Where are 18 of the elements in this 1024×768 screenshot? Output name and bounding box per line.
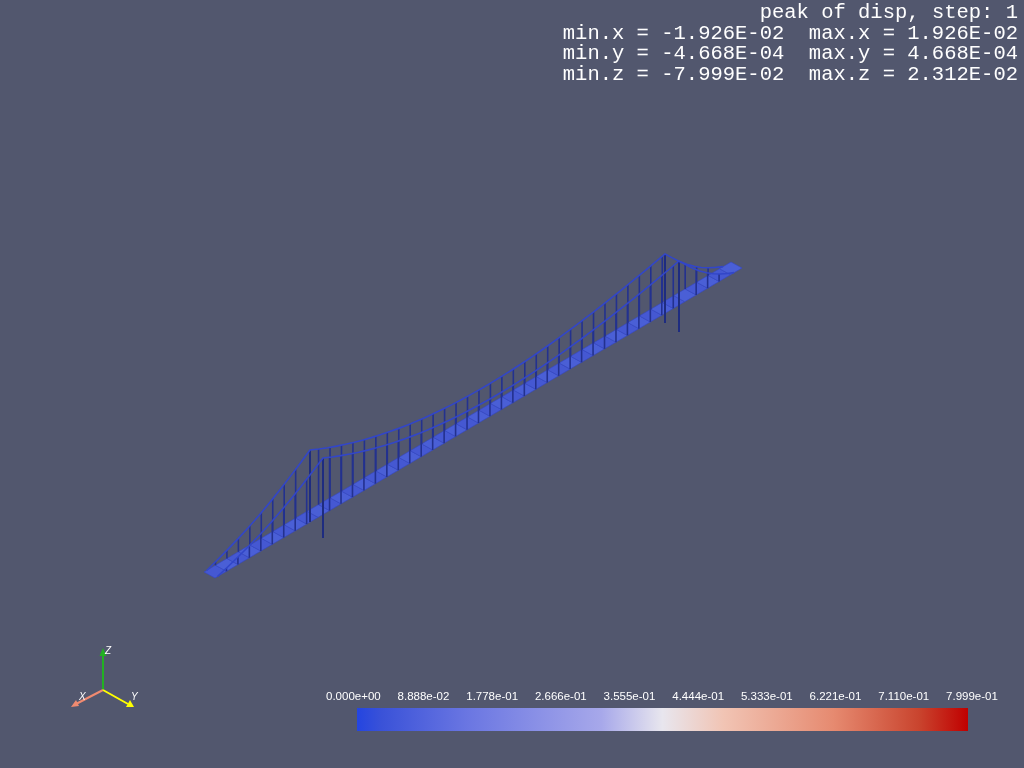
- scalar-bar-label: 3.555e-01: [603, 690, 656, 703]
- scalar-bar-label: 1.778e-01: [466, 690, 519, 703]
- scalar-bar-label: 7.999e-01: [946, 690, 998, 703]
- axis-label: Y: [131, 692, 138, 702]
- scalar-bar-label: 8.888e-02: [397, 690, 450, 703]
- scalar-bar-label: 5.333e-01: [740, 690, 793, 703]
- annotation-text: min.x = -1.926E-02 max.x = 1.926E-02: [562, 23, 1018, 44]
- axis-label: X: [79, 692, 86, 702]
- annotation-text: min.z = -7.999E-02 max.z = 2.312E-02: [562, 64, 1018, 85]
- scalar-bar-label: 2.666e-01: [534, 690, 587, 703]
- annotation-text: min.y = -4.668E-04 max.y = 4.668E-04: [562, 44, 1018, 65]
- axis-label: Z: [105, 646, 112, 656]
- scalar-bar-label: 7.110e-01: [878, 690, 930, 703]
- annotation-text: peak of disp, step: 1: [759, 3, 1018, 24]
- scalar-bar-label: 6.221e-01: [809, 690, 862, 703]
- axes-triad-drawing: [71, 648, 134, 707]
- scalar-bar-label: 4.444e-01: [672, 690, 725, 703]
- scalar-bar-label: 0.000e+00: [326, 690, 381, 703]
